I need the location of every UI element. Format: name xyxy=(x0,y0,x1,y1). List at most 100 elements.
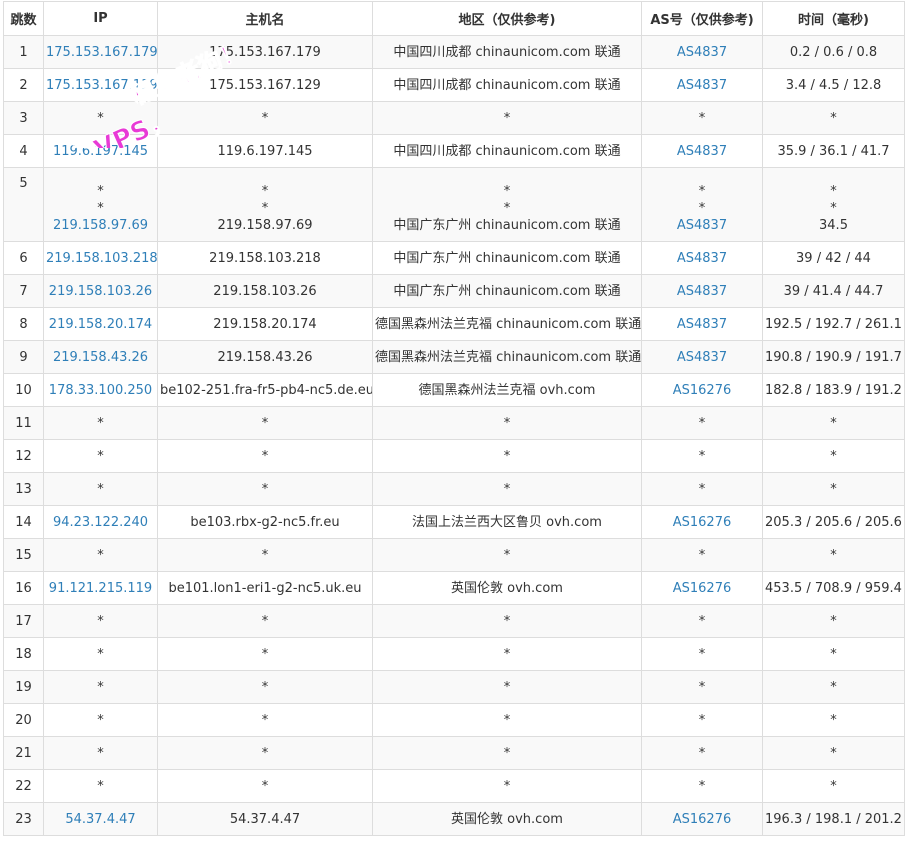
region-value: * xyxy=(503,745,511,761)
region-value: * xyxy=(503,110,511,126)
hostname-value: 175.153.167.179 xyxy=(209,44,321,60)
asn-cell: AS4837 xyxy=(641,35,763,69)
hostname-cell: be103.rbx-g2-nc5.fr.eu xyxy=(157,505,373,539)
asn-value[interactable]: AS16276 xyxy=(673,515,732,530)
time-cell: 39 / 41.4 / 44.7 xyxy=(762,274,905,308)
hostname-cell: 119.6.197.145 xyxy=(157,134,373,168)
asn-value[interactable]: AS4837 xyxy=(677,251,727,266)
asn-cell: AS16276 xyxy=(641,802,763,836)
hop-value: 13 xyxy=(15,481,32,497)
hop-cell: 18 xyxy=(3,637,44,671)
asn-value[interactable]: AS4837 xyxy=(644,217,760,234)
region-value: * xyxy=(503,201,511,216)
region-value: * xyxy=(503,415,511,431)
hostname-cell: * xyxy=(157,637,373,671)
hostname-cell: 175.153.167.129 xyxy=(157,68,373,102)
ip-cell: * xyxy=(43,637,158,671)
hop-cell: 7 xyxy=(3,274,44,308)
ip-cell: 219.158.20.174 xyxy=(43,307,158,341)
hop-value: 10 xyxy=(15,382,32,398)
region-value: 中国四川成都 chinaunicom.com 联通 xyxy=(393,44,621,60)
asn-value[interactable]: AS4837 xyxy=(677,317,727,332)
ip-value[interactable]: 54.37.4.47 xyxy=(65,812,135,827)
asn-value[interactable]: AS4837 xyxy=(677,45,727,60)
ip-cell: 54.37.4.47 xyxy=(43,802,158,836)
table-row: 15 * * * * * xyxy=(3,538,905,572)
region-cell: 中国广东广州 chinaunicom.com 联通 xyxy=(372,274,642,308)
hostname-cell: * xyxy=(157,769,373,803)
ip-value: * xyxy=(97,448,104,464)
hop-cell: 14 xyxy=(3,505,44,539)
asn-value: * xyxy=(698,448,706,464)
ip-value[interactable]: 219.158.103.26 xyxy=(49,284,152,299)
time-value: * xyxy=(830,679,837,695)
hostname-value: 219.158.43.26 xyxy=(217,349,313,365)
hostname-value: * xyxy=(261,448,269,464)
ip-cell: * xyxy=(43,604,158,638)
table-row: 11 * * * * * xyxy=(3,406,905,440)
table-row: 10 178.33.100.250 be102-251.fra-fr5-pb4-nc… xyxy=(3,373,905,407)
time-cell: * xyxy=(762,472,905,506)
hop-cell: 21 xyxy=(3,736,44,770)
hop-cell: 22 xyxy=(3,769,44,803)
ip-cell: 178.33.100.250 xyxy=(43,373,158,407)
asn-value[interactable]: AS4837 xyxy=(677,284,727,299)
hostname-cell: * xyxy=(157,406,373,440)
hop-value: 6 xyxy=(19,250,28,266)
time-cell: * xyxy=(762,769,905,803)
hostname-value: * xyxy=(261,547,269,563)
ip-value[interactable]: 94.23.122.240 xyxy=(53,515,148,530)
hostname-value: 219.158.103.26 xyxy=(213,283,317,299)
region-cell: * xyxy=(372,637,642,671)
asn-value[interactable]: AS16276 xyxy=(673,383,732,398)
region-cell: 德国黑森州法兰克福 chinaunicom.com 联通 xyxy=(372,340,642,374)
ip-value[interactable]: 175.153.167.179 xyxy=(46,45,157,60)
asn-cell: AS4837 xyxy=(641,340,763,374)
ip-cell: 219.158.103.218 xyxy=(43,241,158,275)
ip-value[interactable]: 219.158.20.174 xyxy=(49,317,152,332)
time-value: 0.2 / 0.6 / 0.8 xyxy=(789,44,878,60)
asn-value[interactable]: AS4837 xyxy=(677,144,727,159)
hop-value: 18 xyxy=(15,646,32,662)
hop-cell: 1 xyxy=(3,35,44,69)
ip-value: * xyxy=(97,613,104,629)
asn-value[interactable]: AS16276 xyxy=(673,812,732,827)
asn-cell: * xyxy=(641,670,763,704)
hop-cell: 10 xyxy=(3,373,44,407)
ip-value[interactable]: 219.158.43.26 xyxy=(53,350,148,365)
time-cell: * xyxy=(762,670,905,704)
hostname-value: * xyxy=(261,613,269,629)
ip-value[interactable]: 119.6.197.145 xyxy=(53,144,148,159)
hostname-cell: * xyxy=(157,472,373,506)
ip-value[interactable]: 91.121.215.119 xyxy=(49,581,152,596)
asn-value[interactable]: AS16276 xyxy=(673,581,732,596)
hostname-value: * xyxy=(261,415,269,431)
table-row: 3 * * * * * xyxy=(3,101,905,135)
hop-cell: 23 xyxy=(3,802,44,836)
table-row: 20 * * * * * xyxy=(3,703,905,737)
time-value: * xyxy=(830,448,837,464)
hostname-value: be103.rbx-g2-nc5.fr.eu xyxy=(190,514,340,530)
region-cell: * xyxy=(372,101,642,135)
ip-cell: 219.158.43.26 xyxy=(43,340,158,374)
hop-cell: 3 xyxy=(3,101,44,135)
hostname-cell: * xyxy=(157,439,373,473)
hop-cell: 12 xyxy=(3,439,44,473)
ip-value[interactable]: 178.33.100.250 xyxy=(49,383,152,398)
ip-value[interactable]: 219.158.97.69 xyxy=(46,217,155,234)
hostname-cell: be102-251.fra-fr5-pb4-nc5.de.eu xyxy=(157,373,373,407)
hop-value: 7 xyxy=(19,283,28,299)
asn-value[interactable]: AS4837 xyxy=(677,78,727,93)
asn-cell: AS4837 xyxy=(641,68,763,102)
asn-value[interactable]: AS4837 xyxy=(677,350,727,365)
region-value: * xyxy=(503,613,511,629)
ip-value[interactable]: 219.158.103.218 xyxy=(46,251,157,266)
table-row: 18 * * * * * xyxy=(3,637,905,671)
ip-value[interactable]: 175.153.167.129 xyxy=(46,78,157,93)
ip-cell: * * 219.158.97.69 xyxy=(43,167,158,242)
region-cell: * xyxy=(372,769,642,803)
asn-value: * xyxy=(698,712,706,728)
hostname-value: 219.158.20.174 xyxy=(213,316,317,332)
hostname-cell: 219.158.20.174 xyxy=(157,307,373,341)
hop-value: 14 xyxy=(15,514,32,530)
